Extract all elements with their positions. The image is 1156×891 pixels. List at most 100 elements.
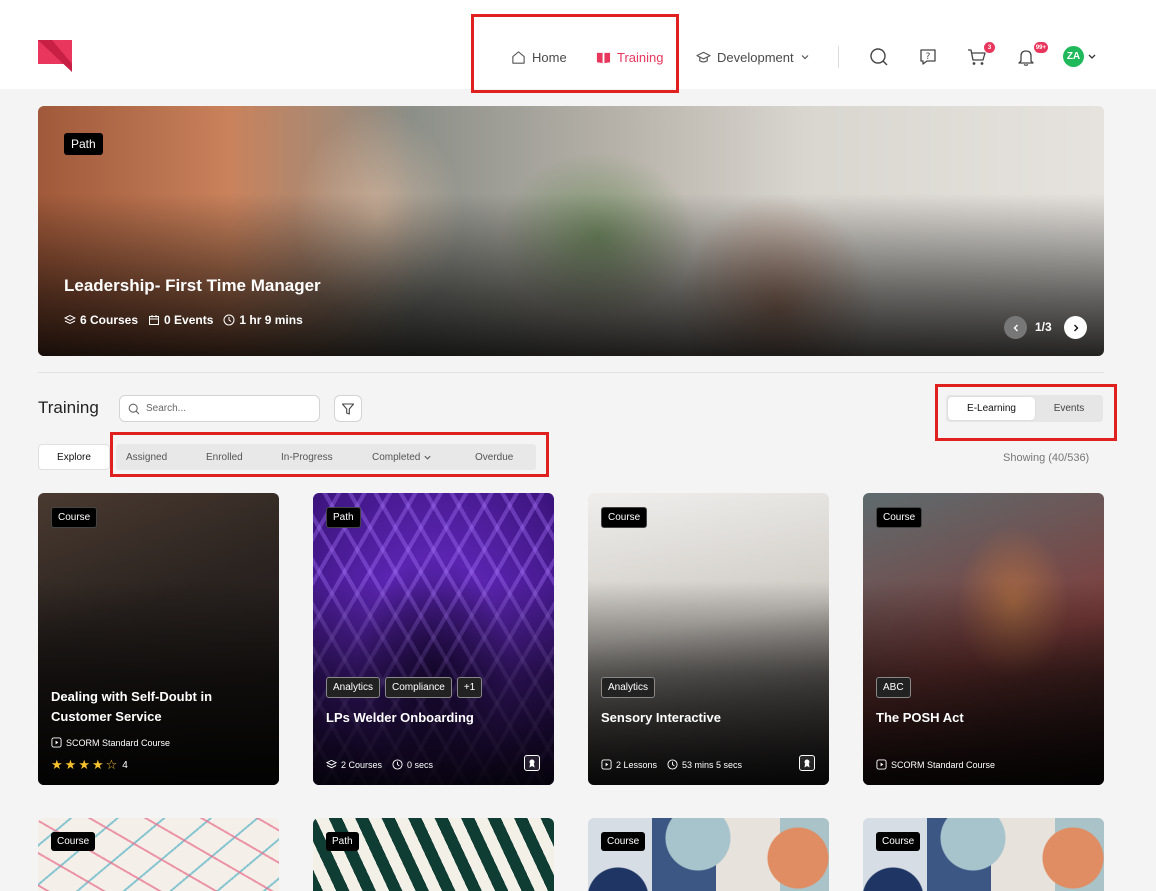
star-empty-icon: ☆ xyxy=(105,757,118,772)
nav-training-label: Training xyxy=(617,49,664,65)
nav-development-label: Development xyxy=(717,49,794,65)
hero-courses-label: 6 Courses xyxy=(80,313,139,327)
card-format: SCORM Standard Course xyxy=(876,759,995,770)
chevron-down-icon xyxy=(801,55,809,60)
card-type-tag: Path xyxy=(326,832,359,851)
cart-badge: 3 xyxy=(984,42,995,53)
card-overlay xyxy=(588,493,829,785)
view-events[interactable]: Events xyxy=(1037,397,1101,420)
play-icon xyxy=(601,759,612,770)
course-card[interactable]: Path Analytics Compliance +1 LPs Welder … xyxy=(313,493,554,785)
hero-banner[interactable]: Path Leadership- First Time Manager 6 Co… xyxy=(38,106,1104,356)
course-card[interactable]: Course Analytics Sensory Interactive 2 L… xyxy=(588,493,829,785)
category-chip: Analytics xyxy=(326,677,381,698)
hero-type-tag: Path xyxy=(64,133,103,155)
card-overlay xyxy=(863,493,1104,785)
search-box[interactable] xyxy=(119,395,320,422)
home-icon xyxy=(512,50,525,64)
view-toggle: E-Learning Events xyxy=(946,395,1103,422)
play-icon xyxy=(876,759,887,770)
tab-completed[interactable]: Completed xyxy=(372,444,432,470)
calendar-icon xyxy=(149,315,160,325)
card-courses: 2 Courses xyxy=(326,759,382,770)
tab-assigned[interactable]: Assigned xyxy=(126,444,167,470)
results-count: Showing (40/536) xyxy=(1003,452,1090,464)
course-card[interactable]: Path xyxy=(313,818,554,891)
course-card[interactable]: Course ABC The POSH Act SCORM Standard C… xyxy=(863,493,1104,785)
certificate-badge xyxy=(799,755,815,771)
chevron-left-icon xyxy=(1013,324,1018,331)
nav-home[interactable]: Home xyxy=(511,44,567,70)
search-icon xyxy=(870,48,888,66)
tab-in-progress[interactable]: In-Progress xyxy=(281,444,333,470)
hero-title[interactable]: Leadership- First Time Manager xyxy=(64,276,321,296)
header-divider xyxy=(838,46,839,68)
hero-next-button[interactable] xyxy=(1064,316,1087,339)
card-type-tag: Course xyxy=(876,832,921,851)
chevron-down-icon[interactable] xyxy=(1087,52,1097,62)
graduation-cap-icon xyxy=(696,51,711,63)
view-elearning[interactable]: E-Learning xyxy=(948,397,1035,420)
clock-icon xyxy=(223,314,235,326)
card-courses-label: 2 Courses xyxy=(341,759,383,770)
book-icon xyxy=(596,52,611,63)
notifications-button[interactable]: 99+ xyxy=(1014,42,1048,69)
help-chat-icon: ? xyxy=(920,49,936,65)
category-chip: ABC xyxy=(876,677,911,698)
brand-logo[interactable] xyxy=(38,40,72,72)
card-chips: Analytics xyxy=(601,677,656,698)
card-type-tag: Course xyxy=(601,832,646,851)
course-card[interactable]: Course xyxy=(863,818,1104,891)
rating-value: 4 xyxy=(122,759,128,771)
card-title[interactable]: The POSH Act xyxy=(876,708,1091,728)
hero-events: 0 Events xyxy=(148,313,213,327)
card-format-label: SCORM Standard Course xyxy=(891,759,996,770)
search-button[interactable] xyxy=(867,45,891,69)
more-chips-chip[interactable]: +1 xyxy=(456,677,483,698)
hero-duration: 1 hr 9 mins xyxy=(223,313,303,327)
card-title[interactable]: Sensory Interactive xyxy=(601,708,816,728)
nav-training[interactable]: Training xyxy=(596,44,663,70)
course-card[interactable]: Course xyxy=(588,818,829,891)
card-type-tag: Course xyxy=(51,832,96,851)
card-chips: Analytics Compliance +1 xyxy=(326,677,483,698)
card-duration-label: 53 mins 5 secs xyxy=(682,759,743,770)
cart-button[interactable]: 3 xyxy=(965,42,995,69)
hero-slide-counter: 1/3 xyxy=(1035,320,1052,334)
hero-meta: 6 Courses 0 Events 1 hr 9 mins xyxy=(64,313,303,327)
status-tabs-group: Assigned Enrolled In-Progress Completed … xyxy=(116,444,536,470)
user-avatar[interactable]: ZA xyxy=(1063,46,1084,67)
card-rating: ★ ★ ★ ★ ☆ 4 xyxy=(51,757,128,773)
filter-icon xyxy=(341,402,355,415)
card-chips: ABC xyxy=(876,677,911,698)
card-duration: 53 mins 5 secs xyxy=(667,759,742,770)
layers-icon xyxy=(64,314,76,325)
award-icon xyxy=(529,759,535,768)
nav-home-label: Home xyxy=(532,49,567,65)
bell-icon xyxy=(1018,50,1034,66)
card-title[interactable]: LPs Welder Onboarding xyxy=(326,708,541,728)
nav-development[interactable]: Development xyxy=(696,44,810,70)
layers-icon xyxy=(326,759,337,769)
filter-tabs: Explore Assigned Enrolled In-Progress Co… xyxy=(38,444,536,470)
course-card[interactable]: Course Dealing with Self-Doubt in Custom… xyxy=(38,493,279,785)
tab-enrolled[interactable]: Enrolled xyxy=(206,444,243,470)
card-duration-label: 0 secs xyxy=(407,759,434,770)
search-icon xyxy=(128,403,140,414)
course-card[interactable]: Course xyxy=(38,818,279,891)
award-icon xyxy=(804,759,810,768)
tab-completed-label: Completed xyxy=(372,451,421,463)
hero-prev-button[interactable] xyxy=(1004,316,1027,339)
star-filled-icon: ★ xyxy=(78,757,90,772)
card-overlay xyxy=(313,493,554,785)
tab-explore[interactable]: Explore xyxy=(38,444,110,470)
card-title[interactable]: Dealing with Self-Doubt in Customer Serv… xyxy=(51,687,266,727)
certificate-badge xyxy=(524,755,540,771)
filter-button[interactable] xyxy=(334,395,362,422)
tab-overdue[interactable]: Overdue xyxy=(475,444,513,470)
top-header: Home Training Development ? 3 99+ ZA xyxy=(0,0,1156,93)
search-input[interactable] xyxy=(146,403,306,414)
card-meta: 2 Courses 0 secs xyxy=(326,759,433,770)
help-button[interactable]: ? xyxy=(916,45,940,69)
notification-badge: 99+ xyxy=(1033,42,1048,53)
